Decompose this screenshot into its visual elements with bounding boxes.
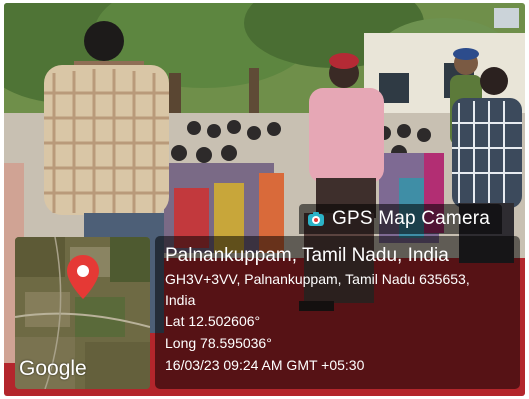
- map-thumbnail: Google: [15, 237, 150, 389]
- google-logo: Google: [19, 357, 87, 380]
- gps-map-camera-badge: GPS Map Camera: [299, 204, 503, 234]
- latitude-readout: Lat 12.502606°: [165, 313, 261, 329]
- camera-app-title: GPS Map Camera: [332, 208, 491, 229]
- geotagged-photo-frame: GPS Map Camera Google Palnankuppam, Tami…: [0, 0, 529, 399]
- address-line-2: India: [165, 292, 196, 308]
- map-pin-icon: [67, 255, 99, 299]
- date-time-stamp: 16/03/23 09:24 AM GMT +05:30: [165, 357, 365, 373]
- place-name: Palnankuppam, Tamil Nadu, India: [165, 245, 449, 266]
- location-info-panel: Palnankuppam, Tamil Nadu, India GH3V+3VV…: [155, 236, 520, 389]
- address-line-1: GH3V+3VV, Palnankuppam, Tamil Nadu 63565…: [165, 271, 470, 287]
- longitude-readout: Long 78.595036°: [165, 335, 272, 351]
- camera-pin-icon: [307, 210, 325, 228]
